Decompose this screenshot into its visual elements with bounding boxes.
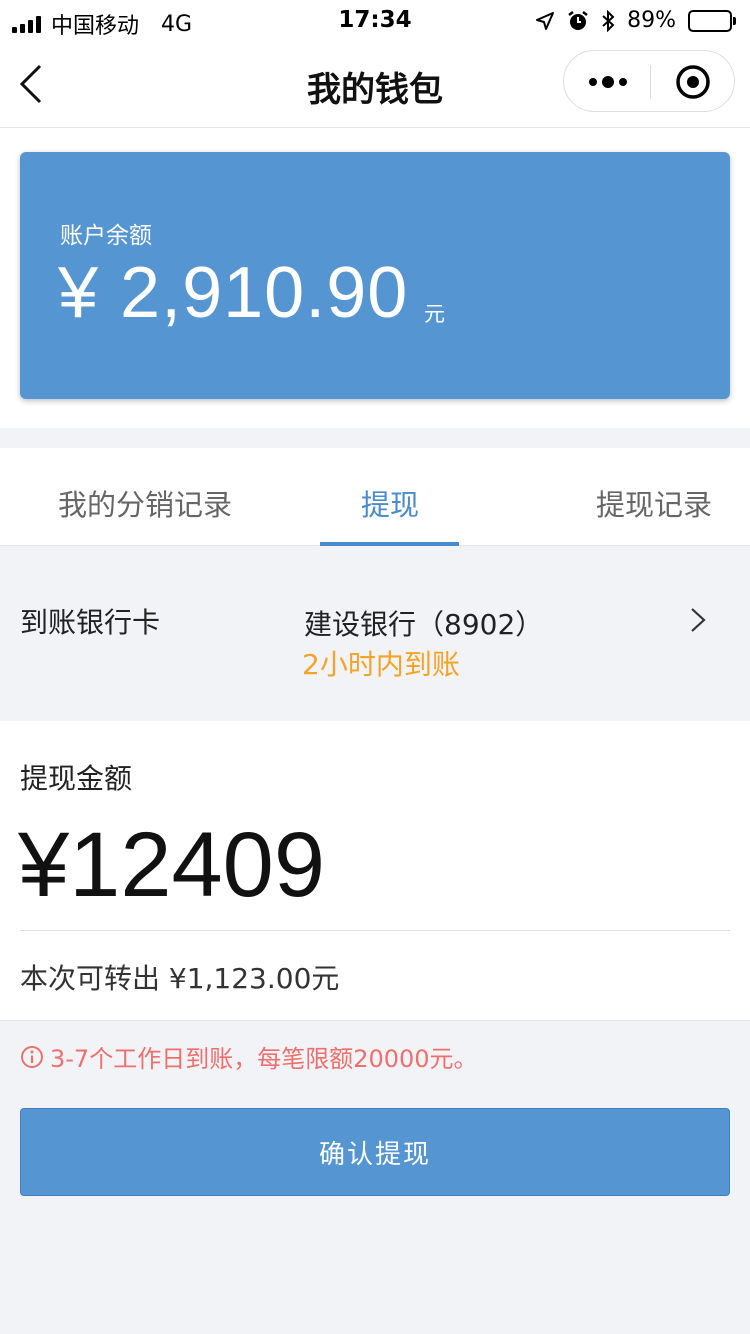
bank-card-name: 建设银行（8902） — [304, 608, 544, 641]
capsule-divider — [650, 65, 651, 99]
amount-divider — [20, 930, 730, 931]
withdraw-amount-label: 提现金额 — [20, 762, 133, 795]
balance-section: 账户余额 ¥ 2,910.90 元 — [0, 128, 750, 428]
more-dots-icon[interactable] — [588, 63, 628, 101]
battery-percent: 89% — [627, 8, 676, 33]
available-amount-text: 本次可转出 ¥1,123.00元 — [20, 962, 340, 995]
close-target-icon[interactable] — [675, 64, 711, 100]
tab-distribution-records[interactable]: 我的分销记录 — [58, 482, 232, 524]
bluetooth-icon — [602, 9, 615, 32]
bank-arrival-time: 2小时内到账 — [302, 648, 460, 681]
back-chevron-icon[interactable] — [14, 62, 54, 106]
wallet-page: 中国移动 4G 17:34 89% 我的钱包 账户余额 ¥ 2,910.90 元… — [0, 0, 750, 1334]
tab-bar: 我的分销记录 提现 提现记录 — [0, 448, 750, 546]
balance-card: 账户余额 ¥ 2,910.90 元 — [20, 152, 730, 399]
nav-bar: 我的钱包 — [0, 40, 750, 128]
location-arrow-icon — [536, 11, 555, 30]
info-icon — [21, 1045, 43, 1068]
battery-icon — [688, 9, 736, 32]
bank-card-row[interactable]: 到账银行卡 建设银行（8902） 2小时内到账 — [0, 547, 750, 721]
balance-unit: 元 — [424, 302, 445, 326]
withdraw-amount-input[interactable] — [18, 815, 718, 915]
confirm-withdraw-button[interactable]: 确认提现 — [20, 1108, 730, 1196]
tab-active-indicator — [320, 542, 459, 546]
withdraw-notice-text: 3-7个工作日到账，每笔限额20000元。 — [50, 1045, 478, 1073]
balance-amount: ¥ 2,910.90 — [58, 253, 409, 333]
status-bar: 中国移动 4G 17:34 89% — [0, 0, 750, 40]
withdraw-amount-section: 提现金额 本次可转出 ¥1,123.00元 — [0, 721, 750, 1021]
status-right: 89% — [535, 8, 736, 33]
tab-withdraw[interactable]: 提现 — [361, 482, 419, 524]
mini-program-capsule — [563, 50, 735, 112]
alarm-icon — [568, 10, 588, 30]
bank-card-label: 到账银行卡 — [20, 606, 161, 639]
balance-label: 账户余额 — [60, 223, 152, 249]
withdraw-notice: 3-7个工作日到账，每笔限额20000元。 — [20, 1039, 478, 1074]
chevron-right-icon[interactable] — [686, 605, 710, 635]
tab-withdraw-records[interactable]: 提现记录 — [596, 482, 712, 524]
